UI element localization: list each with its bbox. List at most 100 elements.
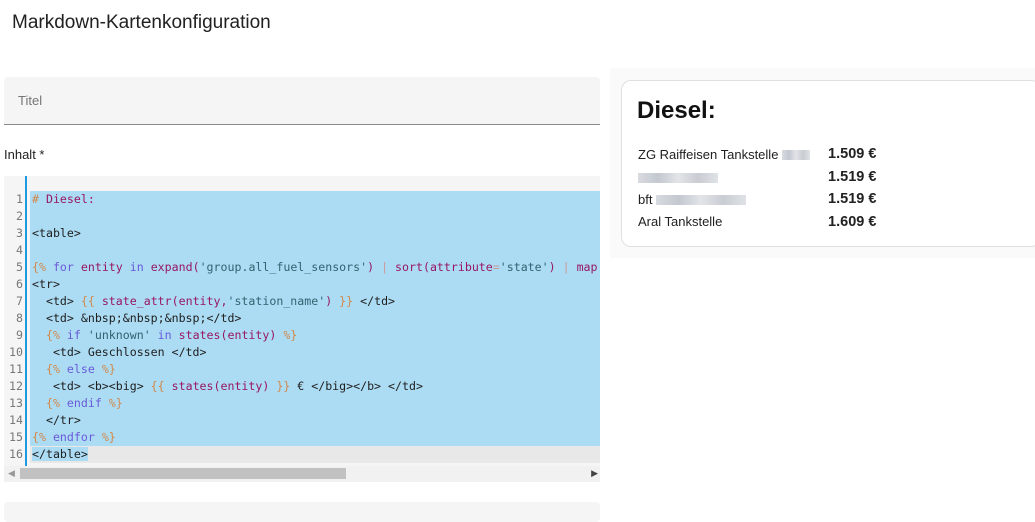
title-placeholder: Titel [18, 93, 43, 108]
line-text: {% if 'unknown' in states(entity) %} [30, 327, 600, 344]
code-token: entity [80, 260, 130, 274]
fuel-price-table: ZG Raiffeisen Tankstelle 1.509 €1.519 € b… [636, 143, 878, 233]
line-text: </table> [30, 446, 600, 463]
line-number: 14 [9, 413, 23, 427]
code-token: states(entity) [171, 379, 277, 393]
code-line[interactable]: 14 </tr> [4, 412, 600, 429]
code-token: {% [32, 362, 67, 376]
code-token: {{ [150, 379, 172, 393]
line-text: <td> Geschlossen </td> [30, 344, 600, 361]
code-line[interactable]: 8 <td> &nbsp;&nbsp;&nbsp;</td> [4, 310, 600, 327]
line-text: {% else %} [30, 361, 600, 378]
code-line[interactable]: 10 <td> Geschlossen </td> [4, 344, 600, 361]
code-line[interactable]: 11 {% else %} [4, 361, 600, 378]
markdown-card: Diesel: ZG Raiffeisen Tankstelle 1.509 €… [621, 80, 1035, 247]
station-row: ZG Raiffeisen Tankstelle 1.509 € [636, 143, 878, 166]
station-row: 1.519 € [636, 166, 878, 189]
station-price: 1.519 € [828, 191, 877, 208]
line-number: 15 [9, 430, 23, 444]
code-token: else [66, 362, 102, 376]
page-title: Markdown-Kartenkonfiguration [12, 12, 271, 33]
line-text: {% endfor %} [30, 429, 600, 446]
code-line[interactable]: 9 {% if 'unknown' in states(entity) %} [4, 327, 600, 344]
code-token: | [381, 260, 396, 274]
code-token: 'group.all_fuel_sensors' [199, 260, 368, 274]
code-token: # [32, 192, 46, 206]
line-number: 10 [9, 345, 23, 359]
title-input[interactable]: Titel [4, 77, 600, 125]
code-lines[interactable]: 1 # Diesel: 2 3 <table> 4 5 {% for entity in ex… [4, 191, 600, 463]
scroll-left-icon[interactable]: ◀ [8, 468, 15, 479]
code-token: € </big></b> </td> [297, 379, 423, 393]
code-token: map [576, 260, 598, 274]
line-number: 7 [16, 294, 23, 308]
code-line[interactable]: 3 <table> [4, 225, 600, 242]
station-name: Aral Tankstelle [638, 214, 723, 230]
code-token: <td> <b><big> [32, 379, 151, 393]
line-text: <table> [30, 225, 600, 242]
line-text: <td> <b><big> {{ states(entity) }} € </b… [30, 378, 600, 395]
code-line[interactable]: 5 {% for entity in expand('group.all_fuel… [4, 259, 600, 276]
station-row: bft 1.519 € [636, 188, 878, 211]
scroll-right-icon[interactable]: ▶ [591, 468, 598, 479]
line-number: 3 [16, 226, 23, 240]
code-line[interactable]: 15 {% endfor %} [4, 429, 600, 446]
line-number: 13 [9, 396, 23, 410]
next-field[interactable] [4, 502, 600, 522]
redacted-text [656, 195, 747, 206]
code-line[interactable]: 12 <td> <b><big> {{ states(entity) }} € … [4, 378, 600, 395]
code-line[interactable]: 7 <td> {{ state_attr(entity,'station_nam… [4, 293, 600, 310]
station-price: 1.609 € [828, 213, 877, 230]
line-text: <tr> [30, 276, 600, 293]
station-price: 1.509 € [828, 146, 877, 163]
code-token: {% [32, 396, 67, 410]
code-token: endfor [52, 430, 102, 444]
code-line[interactable]: 1 # Diesel: [4, 191, 600, 208]
code-token: ) [325, 294, 340, 308]
code-token: 'station_name' [227, 294, 326, 308]
line-number: 5 [16, 260, 23, 274]
code-token: <table> [32, 226, 81, 240]
code-token: %} [108, 396, 123, 410]
code-token: <tr> [32, 277, 60, 291]
code-line[interactable]: 16 </table> [4, 446, 600, 463]
code-token: }} [276, 379, 298, 393]
card-heading: Diesel: [637, 97, 716, 124]
scrollbar-thumb[interactable] [20, 468, 346, 479]
redacted-text [638, 172, 718, 183]
line-text [30, 242, 600, 259]
code-token: endif [66, 396, 109, 410]
code-token: {% [32, 430, 53, 444]
station-name: ZG Raiffeisen Tankstelle [636, 143, 812, 166]
code-token: | [562, 260, 577, 274]
code-token: Diesel: [45, 192, 95, 206]
redacted-text [782, 150, 811, 161]
line-text: # Diesel: [30, 191, 600, 208]
code-line[interactable]: 6 <tr> [4, 276, 600, 293]
horizontal-scrollbar[interactable]: ◀ ▶ [4, 466, 600, 482]
line-text: <td> &nbsp;&nbsp;&nbsp;</td> [30, 310, 600, 327]
code-line[interactable]: 4 [4, 242, 600, 259]
line-text: {% endif %} [30, 395, 600, 412]
station-price: 1.519 € [828, 168, 877, 185]
line-text [30, 208, 600, 225]
code-token: %} [283, 328, 298, 342]
line-number: 9 [16, 328, 23, 342]
line-number: 2 [16, 209, 23, 223]
code-token: %} [101, 362, 116, 376]
code-token: {% [32, 328, 67, 342]
line-text: </tr> [30, 412, 600, 429]
code-token: </td> [360, 294, 396, 308]
station-name: bft [636, 188, 812, 211]
code-token: }} [339, 294, 361, 308]
code-token: </tr> [32, 413, 81, 427]
code-token: states(entity) [178, 328, 284, 342]
code-token: state_attr(entity, [101, 294, 228, 308]
code-line[interactable]: 2 [4, 208, 600, 225]
code-token: %} [101, 430, 116, 444]
code-line[interactable]: 13 {% endif %} [4, 395, 600, 412]
code-token: 'state' [499, 260, 549, 274]
code-editor[interactable]: 1 # Diesel: 2 3 <table> 4 5 {% for entity in ex… [4, 176, 600, 482]
line-number: 8 [16, 311, 23, 325]
code-token: in [157, 328, 179, 342]
